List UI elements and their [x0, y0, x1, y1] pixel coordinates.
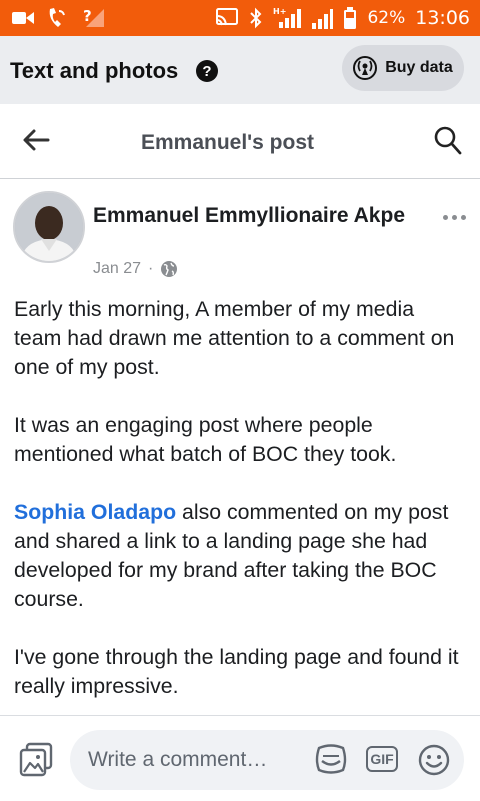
paragraph: Sophia Oladapo also commented on my post…: [14, 498, 466, 614]
globe-icon: [160, 260, 178, 278]
mode-title: Text and photos: [10, 58, 179, 83]
video-camera-icon: [12, 10, 34, 26]
cast-icon: [215, 8, 239, 28]
paragraph: Early this morning, A member of my media…: [14, 297, 455, 379]
svg-text:?: ?: [83, 7, 92, 25]
buy-data-label: Buy data: [385, 59, 453, 76]
battery-percent: 62%: [367, 8, 406, 28]
avatar[interactable]: [13, 191, 85, 263]
signal-icon: [311, 7, 334, 29]
gif-icon[interactable]: GIF: [366, 746, 398, 772]
author-name[interactable]: Emmanuel Emmyllionaire Akpe: [93, 201, 423, 230]
status-bar: ? H+ 62% 13:06: [0, 0, 480, 36]
help-icon[interactable]: ?: [196, 60, 218, 82]
comment-box[interactable]: GIF: [70, 730, 464, 790]
bluetooth-icon: [249, 7, 263, 29]
post: Emmanuel Emmyllionaire Akpe Jan 27 · Ear…: [0, 179, 480, 715]
free-mode-bar: Text and photos ? Buy data: [0, 36, 480, 104]
comment-composer: GIF: [0, 715, 480, 801]
page-title: Emmanuel's post: [140, 131, 315, 154]
network-type-label: H+: [273, 7, 286, 16]
emoji-icon[interactable]: [418, 744, 450, 781]
paragraph: I've gone through the landing page and f…: [14, 645, 459, 698]
battery-icon: [343, 7, 357, 29]
top-navigation: Emmanuel's post: [0, 104, 480, 179]
buy-data-button[interactable]: Buy data: [342, 45, 464, 91]
comment-input[interactable]: [88, 730, 308, 790]
signal-hplus-icon: H+: [273, 6, 302, 30]
post-date[interactable]: Jan 27: [93, 260, 141, 278]
more-options-icon[interactable]: [443, 215, 466, 220]
post-body: Early this morning, A member of my media…: [14, 295, 466, 730]
sticker-icon[interactable]: [314, 744, 348, 781]
photo-icon[interactable]: [18, 742, 54, 783]
search-icon[interactable]: [434, 126, 462, 161]
signal-no-sim-icon: ?: [80, 7, 106, 29]
paragraph: It was an engaging post where people men…: [14, 413, 397, 466]
post-meta: Jan 27 ·: [93, 260, 178, 278]
broadcast-icon: [353, 56, 378, 80]
wifi-calling-icon: [46, 7, 68, 29]
meta-separator: ·: [148, 260, 154, 277]
clock: 13:06: [415, 7, 470, 29]
mention-link[interactable]: Sophia Oladapo: [14, 500, 176, 524]
